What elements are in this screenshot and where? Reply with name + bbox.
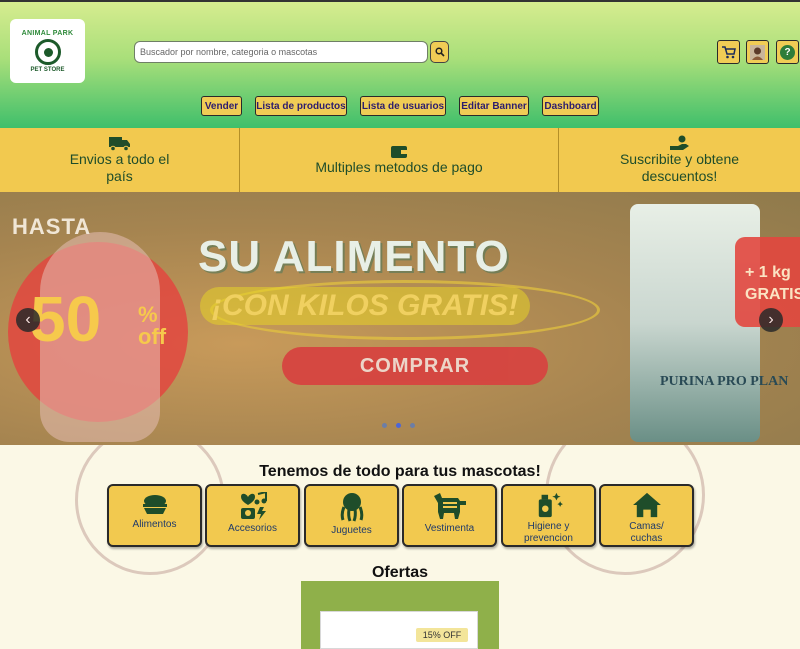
category-vestimenta[interactable]: Vestimenta (402, 484, 497, 547)
logo-emblem-icon (34, 38, 61, 65)
delivery-truck-icon (108, 137, 130, 151)
info-payment: Multiples metodos de pago (240, 128, 559, 192)
info-shipping-text: Envios a todo el país (69, 151, 170, 184)
carousel-dot[interactable] (382, 423, 387, 428)
carousel-next-button[interactable]: › (759, 308, 783, 332)
search-input[interactable] (134, 41, 428, 63)
user-avatar-icon (750, 44, 765, 60)
cart-icon (721, 45, 736, 58)
info-subscribe-text: Suscribite y obtene descuentos! (619, 151, 740, 184)
category-accesorios[interactable]: Accesorios (205, 484, 300, 547)
carousel-buy-button[interactable]: COMPRAR (282, 347, 548, 385)
search-icon (434, 47, 445, 57)
chevron-right-icon: › (768, 311, 774, 328)
store-logo[interactable]: ANIMAL PARK PET STORE (10, 19, 85, 83)
info-payment-text: Multiples metodos de pago (315, 158, 483, 175)
extra-free: GRATIS (745, 286, 800, 303)
discount-badge: 15% OFF (416, 628, 468, 642)
octopus-toy-icon (340, 493, 363, 522)
search-button[interactable] (430, 41, 449, 63)
carousel-indicators (382, 423, 415, 428)
category-higiene[interactable]: Higiene y prevencion (501, 484, 596, 547)
carousel-title: SU ALIMENTO (198, 232, 510, 281)
help-label: ? (784, 46, 791, 58)
carousel-percent: 50 (30, 283, 102, 355)
category-alimentos[interactable]: Alimentos (107, 484, 202, 547)
hygiene-spray-icon (538, 492, 563, 518)
logo-bottom-text: PET STORE (30, 66, 65, 73)
free-kg-text: + 1 kg GRATIS (745, 262, 800, 306)
carousel-dot-active[interactable] (396, 423, 401, 428)
nav-editar-banner[interactable]: Editar Banner (459, 96, 529, 116)
nav-vender[interactable]: Vender (201, 96, 242, 116)
category-label: Higiene y prevencion (524, 521, 573, 544)
category-label: Alimentos (132, 519, 177, 530)
info-shipping: Envios a todo el país (0, 128, 240, 192)
food-bowl-icon (142, 495, 167, 514)
extra-kg: + 1 kg (745, 264, 791, 281)
hand-coin-icon (669, 135, 689, 150)
info-subscribe: Suscribite y obtene descuentos! (559, 128, 800, 192)
promo-carousel[interactable]: HASTA 50 % off SU ALIMENTO ¡CON KILOS GR… (0, 192, 800, 445)
info-bar: Envios a todo el país Multiples metodos … (0, 128, 800, 192)
nav-lista-productos[interactable]: Lista de productos (255, 96, 347, 116)
carousel-dot[interactable] (410, 423, 415, 428)
help-button[interactable]: ? (776, 40, 799, 64)
house-icon (632, 492, 661, 518)
cart-button[interactable] (717, 40, 740, 64)
category-juguetes[interactable]: Juguetes (304, 484, 399, 547)
categories-title: Tenemos de todo para tus mascotas! (259, 463, 541, 480)
nav-lista-usuarios[interactable]: Lista de usuarios (360, 96, 446, 116)
profile-button[interactable] (746, 40, 769, 64)
carousel-subtitle: ¡CON KILOS GRATIS! (200, 287, 531, 325)
nav-dashboard[interactable]: Dashboard (542, 96, 599, 116)
help-icon: ? (780, 44, 795, 60)
category-label: Accesorios (228, 523, 277, 534)
product-brand: PURINA PRO PLAN (660, 374, 789, 389)
category-label: Camas/ cuchas (629, 521, 664, 544)
off-label: off (138, 324, 167, 349)
logo-top-text: ANIMAL PARK (21, 29, 74, 37)
carousel-prev-button[interactable]: ‹ (16, 308, 40, 332)
offers-title: Ofertas (371, 564, 429, 581)
chevron-left-icon: ‹ (25, 311, 31, 328)
category-label: Juguetes (331, 525, 372, 536)
site-header: ANIMAL PARK PET STORE ? Vender Lista de … (0, 0, 800, 128)
wallet-icon (391, 145, 407, 158)
carousel-hasta: HASTA (12, 214, 92, 239)
dog-clothes-icon (433, 493, 466, 519)
category-label: Vestimenta (424, 523, 475, 534)
category-camas[interactable]: Camas/ cuchas (599, 484, 694, 547)
carousel-off: % off (138, 304, 166, 348)
accessories-icon (240, 492, 267, 520)
